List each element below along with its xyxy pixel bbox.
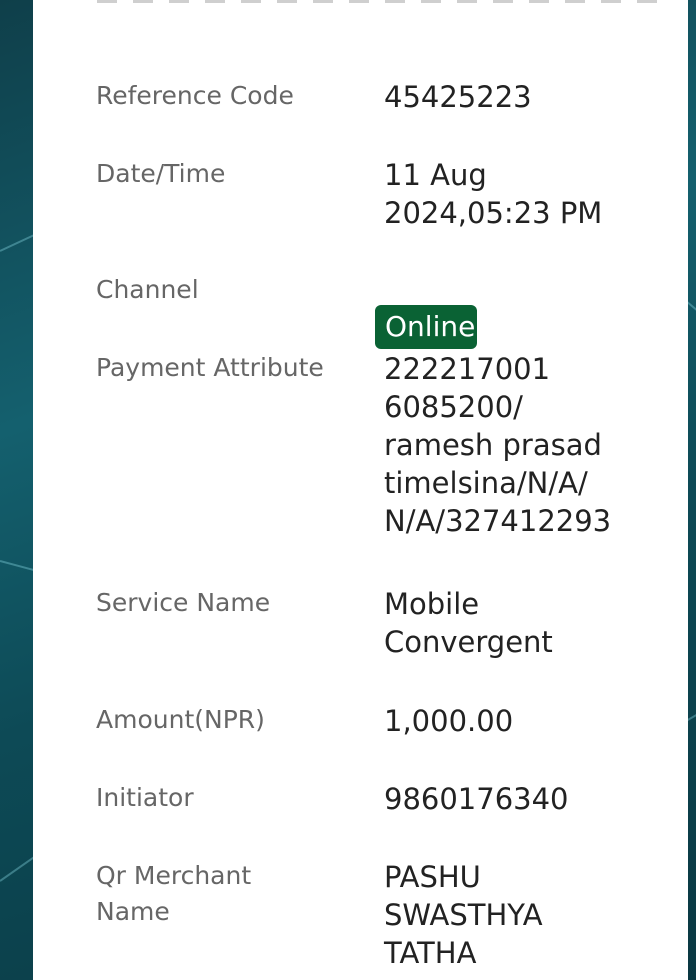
payment-attribute-value: 222217001 6085200/ ramesh prasad timelsi… bbox=[384, 352, 612, 538]
channel-value: Online bbox=[375, 267, 676, 349]
reference-code-label: Reference Code bbox=[96, 81, 294, 110]
channel-badge: Online bbox=[375, 305, 478, 349]
initiator-label: Initiator bbox=[96, 783, 194, 812]
amount-value: 1,000.00 bbox=[384, 704, 514, 738]
date-time-value: 11 Aug 2024,05:23 PM bbox=[384, 158, 603, 230]
service-name-row: Service Name Mobile Convergent bbox=[96, 585, 676, 661]
background-streak bbox=[0, 854, 38, 882]
amount-row: Amount(NPR) 1,000.00 bbox=[96, 702, 676, 740]
dashed-divider bbox=[97, 0, 657, 3]
payment-attribute-row: Payment Attribute 222217001 6085200/ ram… bbox=[96, 350, 676, 540]
qr-merchant-name-row: Qr Merchant Name PASHU SWASTHYA TATHA bbox=[96, 858, 676, 972]
initiator-row: Initiator 9860176340 bbox=[96, 780, 676, 818]
reference-code-row: Reference Code 45425223 bbox=[96, 78, 676, 116]
date-time-label: Date/Time bbox=[96, 159, 226, 188]
amount-label: Amount(NPR) bbox=[96, 705, 265, 734]
initiator-value: 9860176340 bbox=[384, 782, 569, 816]
service-name-value: Mobile Convergent bbox=[384, 587, 553, 659]
qr-merchant-name-value: PASHU SWASTHYA TATHA bbox=[384, 860, 543, 970]
transaction-details-card: Reference Code 45425223 Date/Time 11 Aug… bbox=[33, 0, 688, 980]
date-time-row: Date/Time 11 Aug 2024,05:23 PM bbox=[96, 156, 676, 232]
service-name-label: Service Name bbox=[96, 588, 271, 617]
channel-row: Channel Online bbox=[96, 270, 676, 349]
payment-attribute-label: Payment Attribute bbox=[96, 353, 324, 382]
qr-merchant-name-label: Qr Merchant Name bbox=[96, 861, 252, 926]
reference-code-value: 45425223 bbox=[384, 80, 532, 114]
channel-label: Channel bbox=[96, 275, 199, 304]
